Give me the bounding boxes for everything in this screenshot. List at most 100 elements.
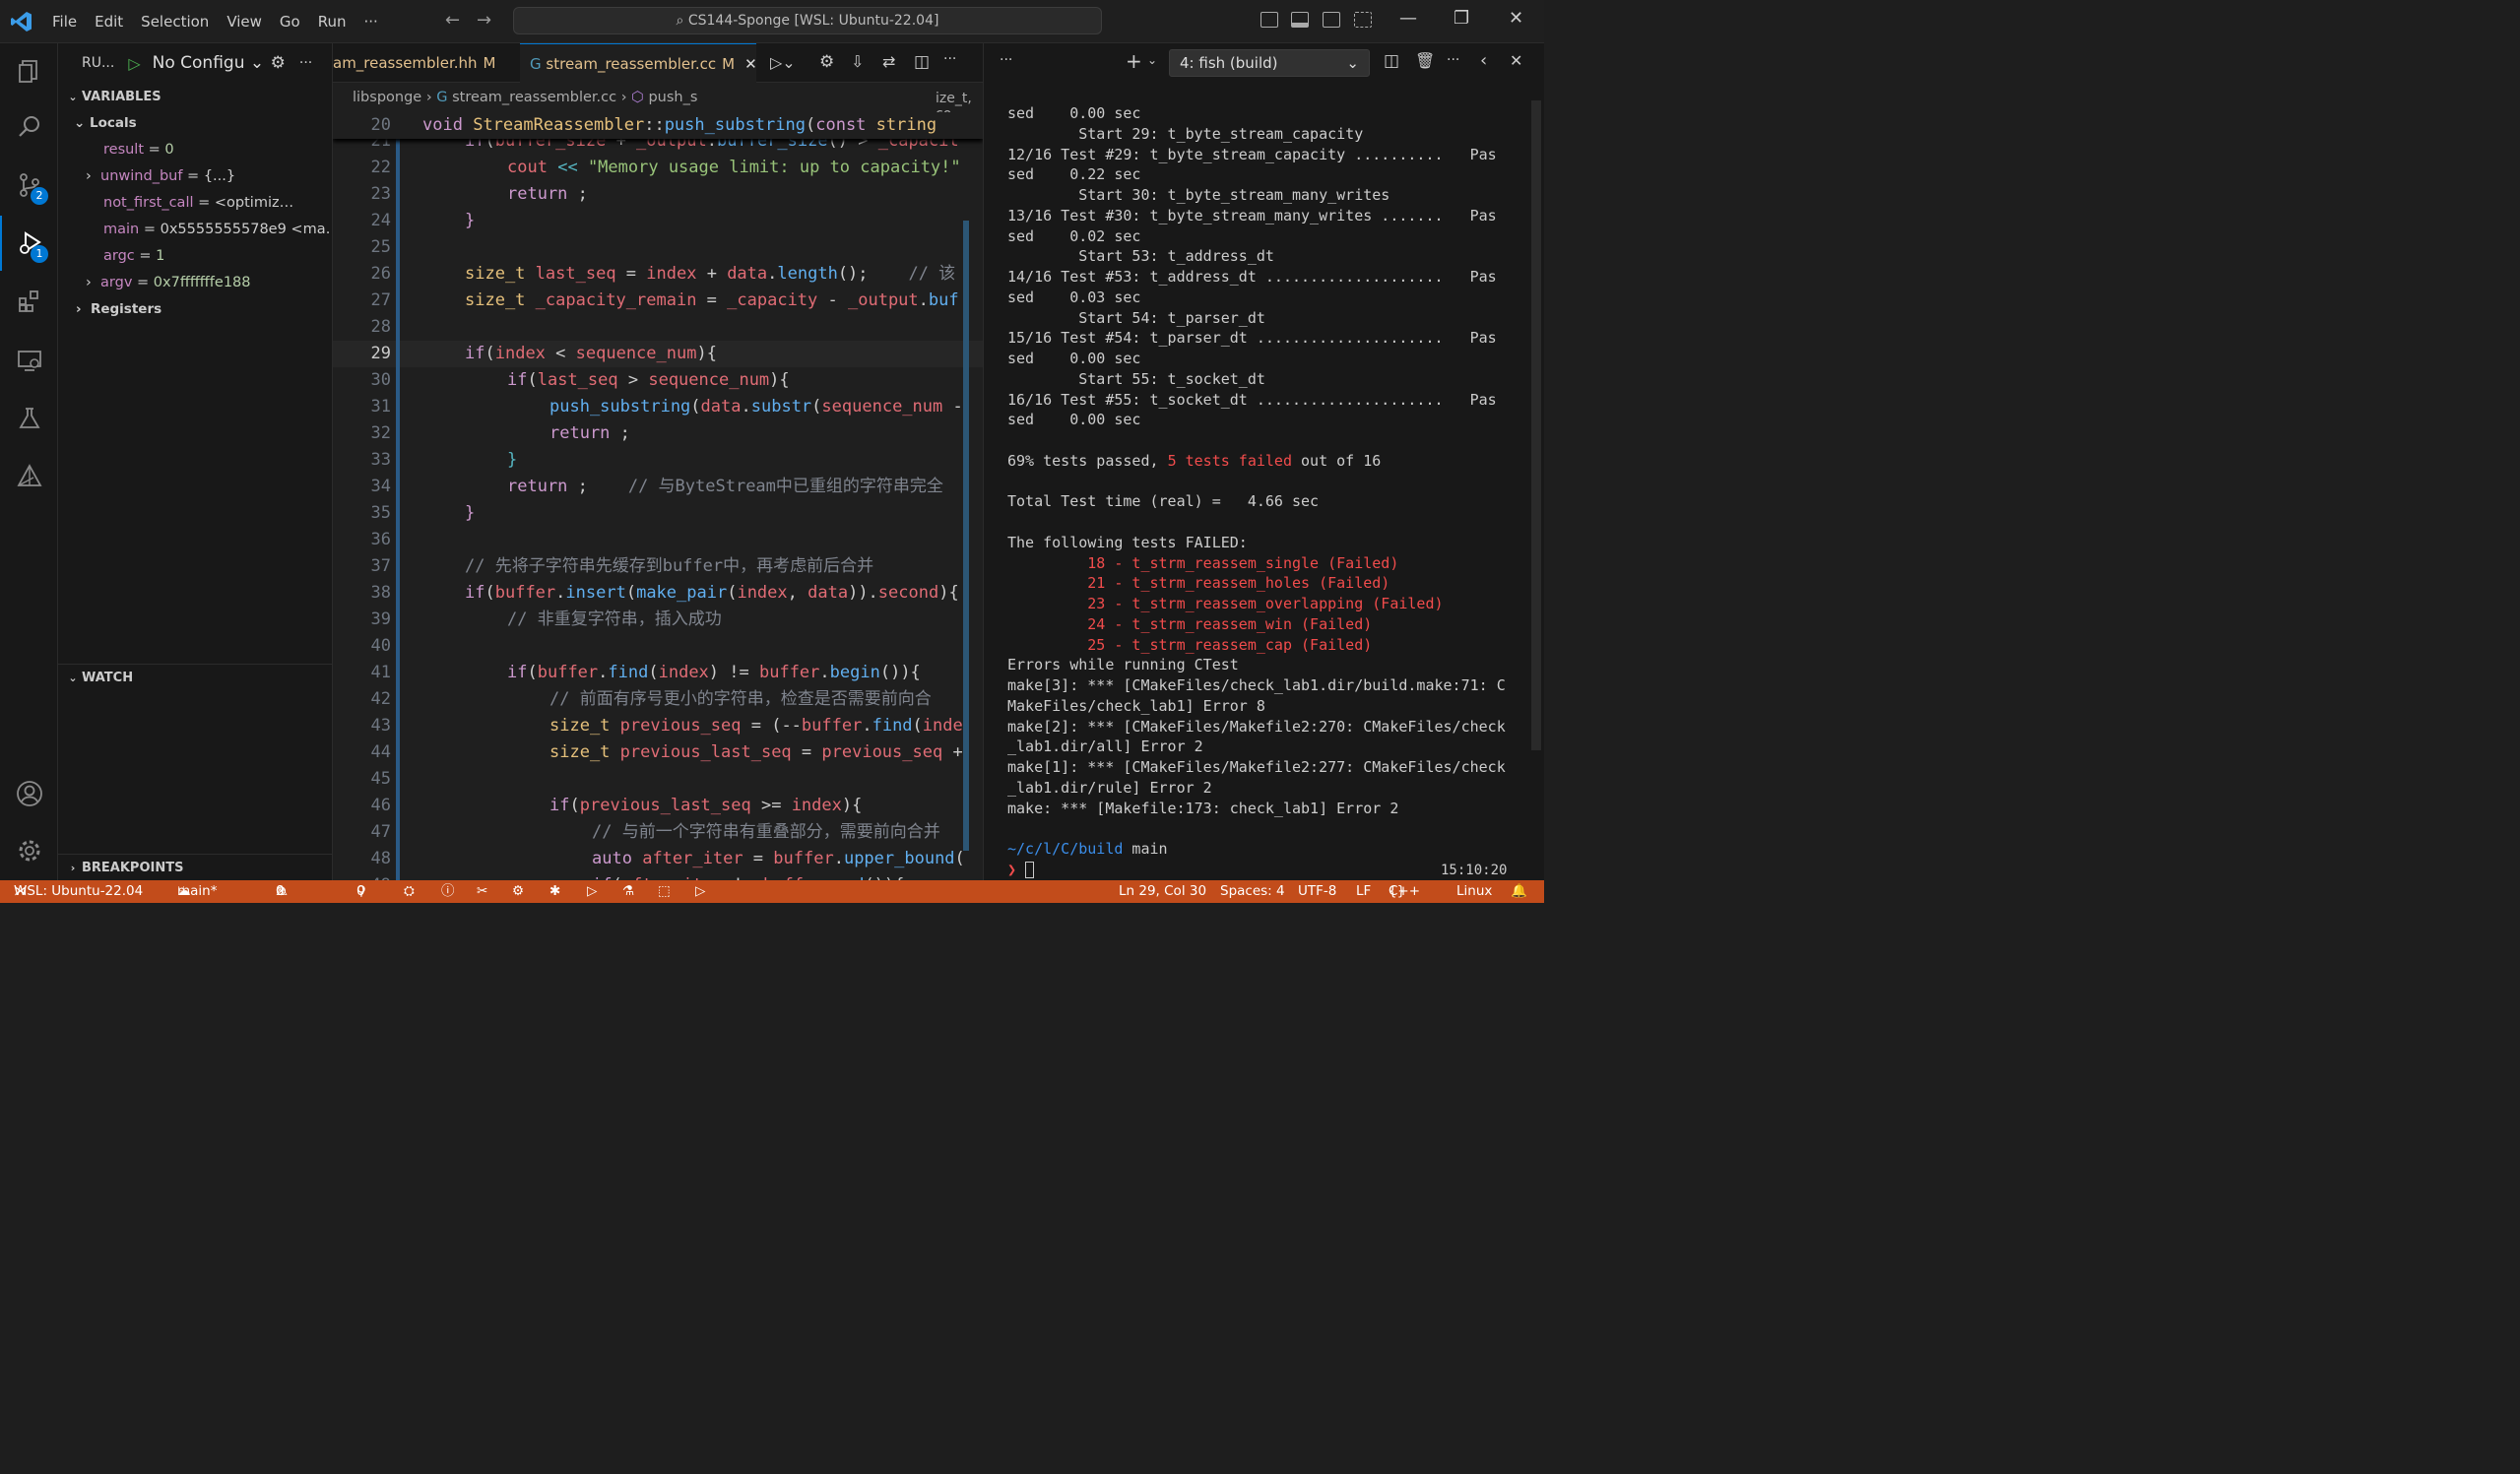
variables-section-header[interactable]: ⌄ VARIABLES <box>58 83 332 110</box>
menu-selection[interactable]: Selection <box>132 13 218 31</box>
test-flask-icon[interactable]: ⚗ <box>622 880 634 903</box>
toggle-primary-sidebar-icon[interactable] <box>1260 12 1278 28</box>
source-control-icon[interactable]: 2 <box>0 158 58 213</box>
prompt-path: ~/c/l/C/build <box>1007 840 1124 858</box>
terminal-line: The following tests FAILED: <box>1007 533 1248 551</box>
cmake-icon[interactable] <box>0 449 58 504</box>
breadcrumb-symbol[interactable]: push_s <box>648 90 697 105</box>
search-icon[interactable] <box>0 99 58 155</box>
bug-icon[interactable]: ✱ <box>549 880 560 903</box>
platform[interactable]: Linux <box>1456 880 1492 903</box>
ports-count: 0 <box>356 883 365 899</box>
close-panel-icon[interactable]: ✕ <box>1510 51 1522 70</box>
explorer-icon[interactable] <box>0 43 58 98</box>
menu-more[interactable]: ··· <box>355 13 387 31</box>
box-icon[interactable]: ⬚ <box>658 880 671 903</box>
run-icon[interactable]: ▷ <box>587 880 597 903</box>
cpp-file-icon: G <box>436 90 453 105</box>
cursor-position[interactable]: Ln 29, Col 30 <box>1119 880 1206 903</box>
terminal-line: 14/16 Test #53: t_address_dt ...........… <box>1007 268 1497 286</box>
code-area[interactable]: 20 void StreamReassembler::push_substring… <box>333 112 983 880</box>
terminal-select[interactable]: 4: fish (build) ⌄ <box>1169 49 1370 77</box>
encoding[interactable]: UTF-8 <box>1298 880 1336 903</box>
trash-icon[interactable]: 🗑 <box>1415 51 1435 70</box>
terminal-line: 15/16 Test #54: t_parser_dt ............… <box>1007 329 1497 348</box>
modified-badge: M <box>722 55 736 73</box>
more-actions-icon[interactable]: ··· <box>1000 52 1012 68</box>
variable-row[interactable]: main = 0x5555555578e9 <ma… <box>58 217 332 243</box>
arrow-left-icon[interactable]: ← <box>445 10 460 31</box>
minimize-icon[interactable]: — <box>1399 8 1417 29</box>
sticky-scroll-line[interactable]: 20 void StreamReassembler::push_substring… <box>333 112 983 139</box>
scrollbar-thumb[interactable] <box>963 221 969 851</box>
split-terminal-icon[interactable]: ◫ <box>1384 51 1399 71</box>
launch-icon[interactable]: ▷ <box>695 880 705 903</box>
more-actions-icon[interactable]: ··· <box>299 55 312 71</box>
breakpoints-title: BREAKPOINTS <box>82 861 184 875</box>
tools-icon[interactable]: ✂ <box>477 880 487 903</box>
run-debug-icon[interactable]: 1 <box>0 216 58 271</box>
terminal-line: _lab1.dir/all] Error 2 <box>1007 737 1203 756</box>
tab-stream-reassembler-cc[interactable]: G stream_reassembler.cc M ✕ <box>520 43 757 83</box>
variable-row[interactable]: not_first_call = <optimiz… <box>58 190 332 217</box>
chevron-down-icon: ⌄ <box>68 672 78 684</box>
variable-row[interactable]: argc = 1 <box>58 243 332 270</box>
chevron-right-icon: › <box>76 301 91 317</box>
breakpoints-section-header[interactable]: › BREAKPOINTS <box>58 854 333 881</box>
toggle-panel-icon[interactable] <box>1291 12 1309 28</box>
terminal-line: sed 0.22 sec <box>1007 165 1141 184</box>
restore-icon[interactable]: ❐ <box>1454 8 1469 29</box>
breadcrumb-folder[interactable]: libsponge <box>353 90 421 105</box>
tab-label: am_reassembler.hh <box>333 54 478 72</box>
variable-row[interactable]: result = 0 <box>58 137 332 163</box>
gear-icon[interactable]: ⚙ <box>819 52 834 72</box>
menu-go[interactable]: Go <box>271 13 309 31</box>
watch-section-header[interactable]: ⌄ WATCH <box>58 664 333 691</box>
new-terminal-icon[interactable]: + <box>1126 49 1142 73</box>
menu-file[interactable]: File <box>43 13 86 31</box>
customize-layout-icon[interactable] <box>1354 12 1372 28</box>
settings-gear-icon[interactable] <box>0 823 58 878</box>
chevron-left-icon[interactable]: ‹ <box>1480 50 1487 71</box>
variable-row[interactable]: › unwind_buf = {...} <box>58 163 332 190</box>
terminal-scrollbar[interactable] <box>1531 100 1541 750</box>
line-ending[interactable]: LF <box>1356 880 1371 903</box>
gear-icon[interactable]: ⚙ <box>512 880 524 903</box>
info-icon[interactable]: ⓘ <box>441 880 455 903</box>
variable-row[interactable]: › argv = 0x7fffffffe188 <box>58 270 332 296</box>
menu-bar: File Edit Selection View Go Run ··· <box>43 0 387 43</box>
menu-run[interactable]: Run <box>309 13 355 31</box>
tab-reassembler-hh[interactable]: am_reassembler.hh M <box>323 43 505 83</box>
terminal-output[interactable]: sed 0.00 sec Start 29: t_byte_stream_cap… <box>1007 103 1529 880</box>
download-icon[interactable]: ⇩ <box>851 52 864 71</box>
indentation[interactable]: Spaces: 4 <box>1220 880 1285 903</box>
arrow-right-icon[interactable]: → <box>477 10 491 31</box>
run-debug-file-icon[interactable]: ▷⌄ <box>770 53 796 72</box>
menu-view[interactable]: View <box>218 13 271 31</box>
current-line[interactable]: 29 if(index < sequence_num){ <box>333 341 983 367</box>
toggle-secondary-sidebar-icon[interactable] <box>1323 12 1340 28</box>
debug-status-icon[interactable]: ⛭ <box>404 880 415 903</box>
menu-edit[interactable]: Edit <box>86 13 132 31</box>
debug-badge: 1 <box>31 245 48 263</box>
more-actions-icon[interactable]: ··· <box>1447 52 1459 68</box>
split-editor-icon[interactable]: ◫ <box>914 52 930 72</box>
debug-config-select[interactable]: No Configu ⌄ <box>153 53 261 73</box>
close-window-icon[interactable]: ✕ <box>1509 8 1523 29</box>
gear-icon[interactable]: ⚙ <box>271 53 286 73</box>
remote-explorer-icon[interactable] <box>0 333 58 388</box>
testing-icon[interactable] <box>0 391 58 446</box>
breadcrumb-file[interactable]: stream_reassembler.cc <box>452 90 616 105</box>
chevron-down-icon[interactable]: ⌄ <box>1147 53 1157 67</box>
notifications-bell-icon[interactable]: 🔔 <box>1511 880 1527 903</box>
command-center-search[interactable]: ⌕ CS144-Sponge [WSL: Ubuntu-22.04] <box>513 7 1102 34</box>
locals-scope[interactable]: ⌄ Locals <box>58 110 332 137</box>
terminal-line: make[2]: *** [CMakeFiles/Makefile2:270: … <box>1007 717 1506 736</box>
compare-icon[interactable]: ⇄ <box>882 52 895 71</box>
extensions-icon[interactable] <box>0 274 58 329</box>
more-actions-icon[interactable]: ··· <box>943 51 956 67</box>
close-tab-icon[interactable]: ✕ <box>744 55 757 73</box>
start-debugging-icon[interactable]: ▷ <box>128 54 140 73</box>
account-icon[interactable] <box>0 766 58 821</box>
registers-scope[interactable]: › Registers <box>58 296 332 323</box>
